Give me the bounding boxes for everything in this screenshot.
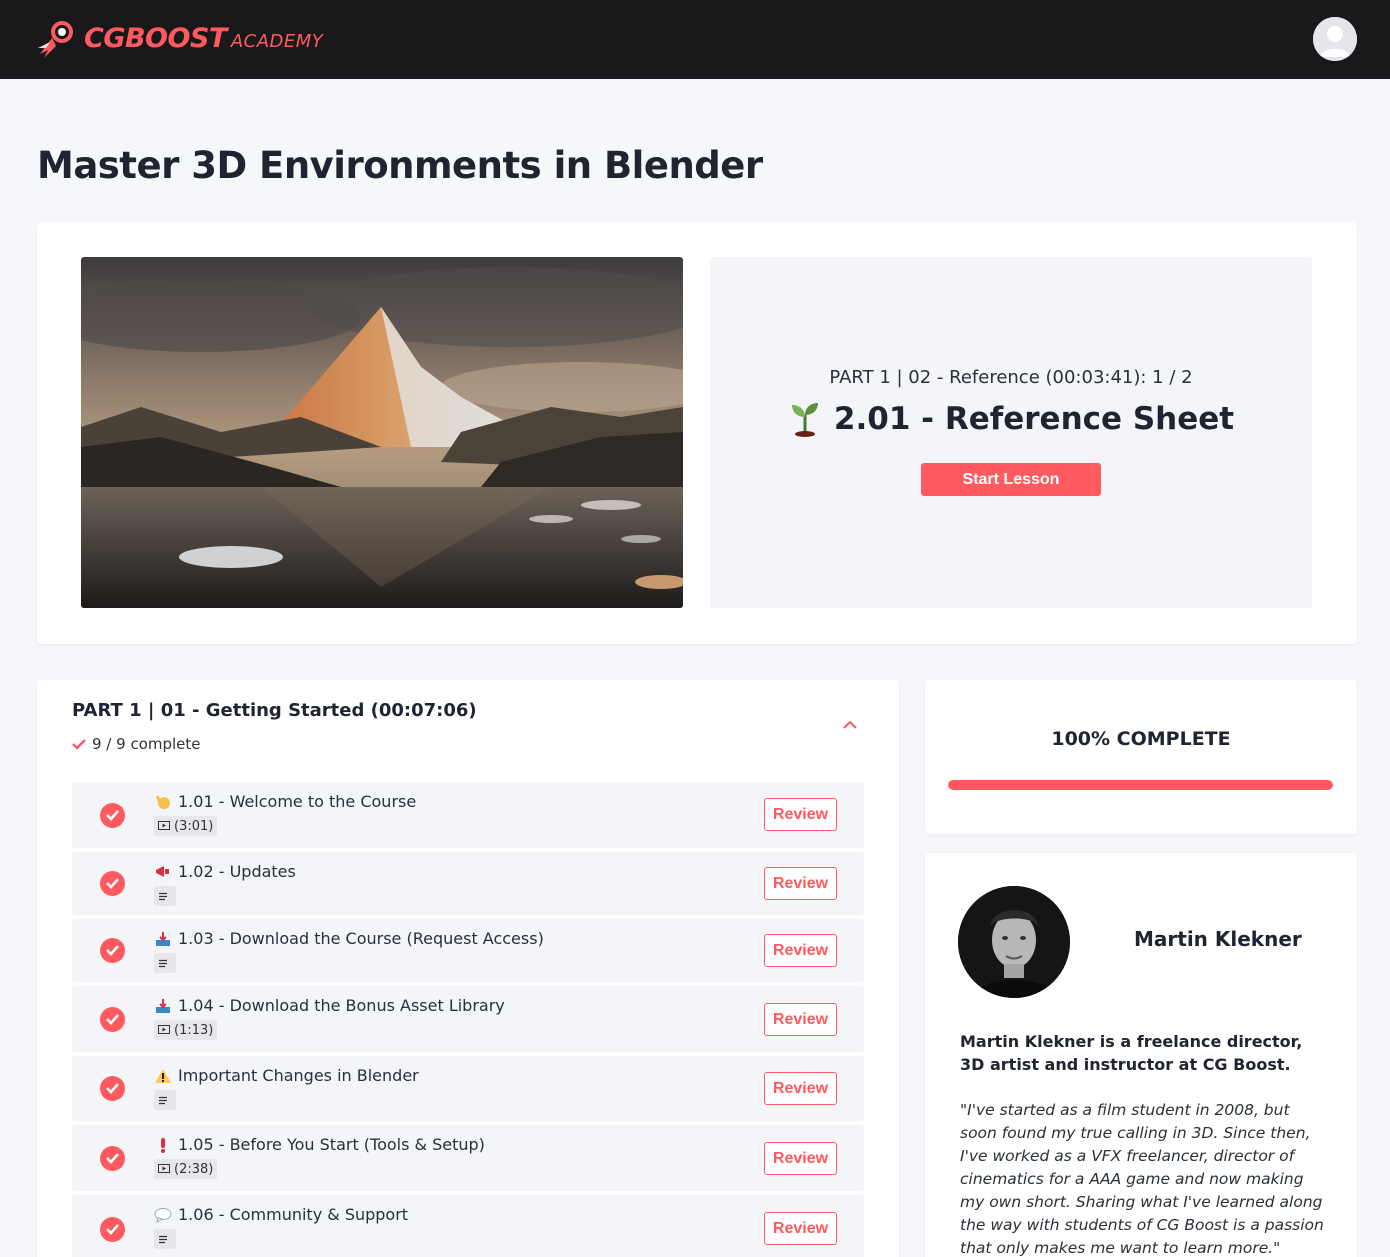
lesson-duration: (1:13) [154, 1020, 218, 1040]
completed-check-icon [100, 803, 125, 828]
text-lines-icon [159, 1096, 167, 1104]
waving-hand-icon [156, 795, 170, 809]
video-icon [158, 821, 170, 830]
text-lines-icon [159, 959, 167, 967]
review-button[interactable]: Review [764, 798, 837, 831]
next-lesson-title: 2.01 - Reference Sheet [833, 401, 1235, 437]
lesson-title[interactable]: 1.02 - Updates [154, 862, 296, 881]
speech-bubble-icon [154, 1207, 172, 1223]
lesson-title[interactable]: 1.06 - Community & Support [154, 1205, 408, 1224]
megaphone-icon [156, 865, 169, 877]
course-hero-card: PART 1 | 02 - Reference (00:03:41): 1 / … [37, 222, 1357, 644]
instructor-quote: "I've started as a film student in 2008,… [960, 1101, 1324, 1257]
lesson-duration: (2:38) [154, 1159, 218, 1179]
progress-label: 100% COMPLETE [1051, 728, 1231, 750]
lesson-row[interactable]: 1.01 - Welcome to the Course (3:01) Revi… [72, 782, 864, 848]
lesson-row[interactable]: Important Changes in Blender Review [72, 1056, 864, 1121]
completed-check-icon [100, 1076, 125, 1101]
video-icon [158, 1164, 170, 1173]
instructor-avatar [958, 886, 1070, 998]
lesson-duration: (3:01) [154, 816, 218, 836]
progress-bar [948, 780, 1333, 790]
section-progress: 9 / 9 complete [72, 735, 201, 753]
lesson-row[interactable]: 1.04 - Download the Bonus Asset Library … [72, 986, 864, 1052]
completed-check-icon [100, 1146, 125, 1171]
lesson-row[interactable]: 1.03 - Download the Course (Request Acce… [72, 919, 864, 982]
next-lesson-panel: PART 1 | 02 - Reference (00:03:41): 1 / … [710, 257, 1312, 608]
lesson-type [154, 1090, 176, 1110]
brand-name: CGBOOST [84, 22, 227, 54]
check-icon [72, 739, 86, 750]
warning-icon [155, 1068, 171, 1083]
course-progress-card: 100% COMPLETE [925, 680, 1357, 834]
lesson-type [154, 886, 176, 906]
review-button[interactable]: Review [764, 1072, 837, 1105]
chevron-up-icon[interactable] [842, 718, 858, 730]
section-progress-text: 9 / 9 complete [92, 735, 201, 753]
completed-check-icon [100, 1007, 125, 1032]
lesson-title[interactable]: 1.05 - Before You Start (Tools & Setup) [154, 1135, 485, 1154]
review-button[interactable]: Review [764, 1142, 837, 1175]
lesson-title[interactable]: 1.03 - Download the Course (Request Acce… [154, 929, 544, 948]
exclamation-icon [161, 1137, 165, 1153]
review-button[interactable]: Review [764, 867, 837, 900]
lesson-title[interactable]: 1.04 - Download the Bonus Asset Library [154, 996, 505, 1015]
completed-check-icon [100, 938, 125, 963]
user-avatar-icon[interactable] [1313, 17, 1357, 61]
inbox-tray-icon [156, 931, 170, 946]
lesson-row[interactable]: 1.05 - Before You Start (Tools & Setup) … [72, 1125, 864, 1191]
mountain-lake-thumbnail [81, 257, 683, 608]
lesson-row[interactable]: 1.02 - Updates Review [72, 852, 864, 915]
rocket-icon [38, 21, 73, 58]
course-section-card: PART 1 | 01 - Getting Started (00:07:06)… [37, 680, 899, 1257]
text-lines-icon [159, 1235, 167, 1243]
instructor-name: Martin Klekner [1134, 927, 1302, 951]
section-title[interactable]: PART 1 | 01 - Getting Started (00:07:06) [72, 700, 477, 721]
progress-bar-fill [948, 780, 1333, 790]
brand-sub: ACADEMY [230, 30, 324, 52]
review-button[interactable]: Review [764, 1003, 837, 1036]
page-title: Master 3D Environments in Blender [37, 144, 763, 187]
inbox-tray-icon [156, 998, 170, 1013]
start-lesson-button[interactable]: Start Lesson [921, 463, 1101, 496]
brand-logo[interactable]: CGBOOST ACADEMY [36, 18, 323, 58]
review-button[interactable]: Review [764, 1212, 837, 1245]
review-button[interactable]: Review [764, 934, 837, 967]
seedling-icon [791, 403, 818, 437]
lesson-title[interactable]: Important Changes in Blender [154, 1066, 419, 1085]
text-lines-icon [159, 892, 167, 900]
completed-check-icon [100, 1217, 125, 1242]
instructor-bio: Martin Klekner is a freelance director, … [960, 1032, 1303, 1074]
completed-check-icon [100, 871, 125, 896]
lesson-type [154, 953, 176, 973]
next-lesson-context: PART 1 | 02 - Reference (00:03:41): 1 / … [829, 367, 1193, 388]
lesson-row[interactable]: 1.06 - Community & Support Review [72, 1195, 864, 1257]
lesson-type [154, 1229, 176, 1249]
top-navigation-bar: CGBOOST ACADEMY [0, 0, 1390, 79]
instructor-card: Martin Klekner Martin Klekner is a freel… [925, 853, 1357, 1257]
lesson-title[interactable]: 1.01 - Welcome to the Course [154, 792, 416, 811]
video-icon [158, 1025, 170, 1034]
next-lesson-heading: 2.01 - Reference Sheet [710, 401, 1312, 437]
